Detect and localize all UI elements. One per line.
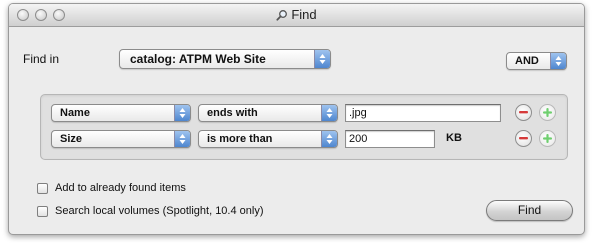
criterion-operator-value: ends with <box>207 107 258 119</box>
add-criterion-button[interactable] <box>539 130 556 147</box>
popup-arrows-icon <box>314 50 330 68</box>
find-in-label: Find in <box>23 52 60 66</box>
remove-criterion-button[interactable] <box>515 130 532 147</box>
popup-arrows-icon <box>321 131 337 147</box>
popup-arrows-icon <box>174 131 190 147</box>
popup-arrows-icon <box>174 105 190 121</box>
popup-arrows-icon <box>550 53 566 69</box>
criteria-box: Name ends with .jpg Size is more than 20… <box>40 94 568 160</box>
search-local-label: Search local volumes (Spotlight, 10.4 on… <box>55 205 264 217</box>
logic-popup[interactable]: AND <box>506 52 567 70</box>
window-content: Find in catalog: ATPM Web Site AND Name … <box>9 27 584 234</box>
plus-icon <box>543 108 552 117</box>
criterion-operator-popup[interactable]: ends with <box>198 104 338 122</box>
window-title: Find <box>291 7 317 22</box>
popup-arrows-icon <box>321 105 337 121</box>
add-criterion-button[interactable] <box>539 104 556 121</box>
criterion-value-field[interactable]: 200 <box>345 130 435 148</box>
criterion-field-value: Size <box>60 133 83 145</box>
criterion-field-popup[interactable]: Name <box>51 104 191 122</box>
find-in-popup[interactable]: catalog: ATPM Web Site <box>119 49 331 69</box>
logic-value: AND <box>515 55 539 67</box>
magnifier-icon <box>276 10 288 21</box>
find-window: Find Find in catalog: ATPM Web Site AND … <box>8 3 585 235</box>
plus-icon <box>543 134 552 143</box>
minus-icon <box>519 111 528 114</box>
title-bar: Find <box>9 4 584 27</box>
criterion-operator-value: is more than <box>207 133 273 145</box>
window-title-group: Find <box>9 7 584 22</box>
criterion-field-popup[interactable]: Size <box>51 130 191 148</box>
criterion-operator-popup[interactable]: is more than <box>198 130 338 148</box>
add-found-label: Add to already found items <box>55 182 186 194</box>
criterion-value-field[interactable]: .jpg <box>345 104 501 122</box>
find-in-value: catalog: ATPM Web Site <box>130 52 266 66</box>
minus-icon <box>519 137 528 140</box>
search-local-checkbox[interactable] <box>37 206 48 217</box>
remove-criterion-button[interactable] <box>515 104 532 121</box>
add-found-checkbox[interactable] <box>37 183 48 194</box>
criterion-field-value: Name <box>60 107 90 119</box>
criterion-unit-label: KB <box>446 132 462 144</box>
find-button[interactable]: Find <box>486 200 573 221</box>
